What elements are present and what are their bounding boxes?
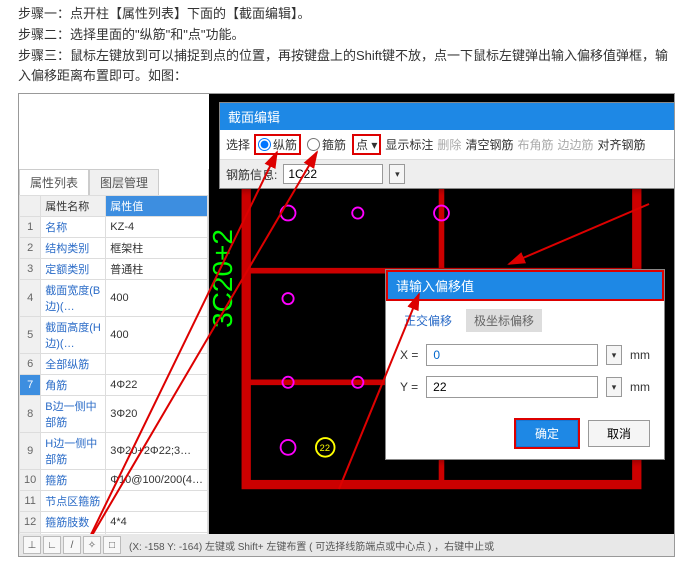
- screenshot-area: 22 3C20+2 属性列表 图层管理 属性名称 属性值 1名称KZ-42结构类…: [18, 93, 675, 557]
- rebar-info-input[interactable]: [283, 164, 383, 184]
- tool-5[interactable]: □: [103, 536, 121, 554]
- btn-align-rebar[interactable]: 对齐钢筋: [597, 136, 645, 153]
- y-label: Y =: [400, 380, 418, 394]
- table-row[interactable]: 5截面高度(H边)(…400: [20, 317, 208, 354]
- x-unit: mm: [630, 348, 650, 362]
- select-label: 选择: [226, 136, 250, 153]
- rebar-info-label: 钢筋信息:: [226, 166, 277, 183]
- col-name: 属性名称: [41, 196, 106, 217]
- tab-property-list[interactable]: 属性列表: [19, 169, 89, 195]
- section-editor-title: 截面编辑: [220, 103, 675, 130]
- x-label: X =: [400, 348, 418, 362]
- opt-display-annot[interactable]: 显示标注: [385, 136, 433, 153]
- svg-text:22: 22: [320, 443, 330, 453]
- btn-edge-rebar[interactable]: 边边筋: [557, 136, 593, 153]
- tool-1[interactable]: ⊥: [23, 536, 41, 554]
- table-row[interactable]: 3定额类别普通柱: [20, 259, 208, 280]
- offset-dialog: 请输入偏移值 正交偏移 极坐标偏移 X = ▾ mm Y = ▾ mm 确定 取…: [385, 269, 665, 460]
- step-2: 步骤二：选择里面的"纵筋"和"点"功能。: [18, 25, 675, 46]
- tab-layer-mgmt[interactable]: 图层管理: [89, 169, 159, 195]
- property-panel: 属性列表 图层管理 属性名称 属性值 1名称KZ-42结构类别框架柱3定额类别普…: [19, 169, 209, 557]
- table-row[interactable]: 1名称KZ-4: [20, 217, 208, 238]
- btn-arrange-rebar[interactable]: 布角筋: [517, 136, 553, 153]
- tab-polar-offset[interactable]: 极坐标偏移: [466, 309, 542, 332]
- tab-ortho-offset[interactable]: 正交偏移: [396, 309, 460, 332]
- table-row[interactable]: 9H边一侧中部筋3Φ20+2Φ22;3…: [20, 433, 208, 470]
- col-value: 属性值: [106, 196, 208, 217]
- table-row[interactable]: 8B边一侧中部筋3Φ20: [20, 396, 208, 433]
- opt-point[interactable]: 点 ▾: [352, 134, 381, 155]
- x-dropdown[interactable]: ▾: [606, 345, 622, 365]
- step-1: 步骤一：点开柱【属性列表】下面的【截面编辑】。: [18, 4, 675, 25]
- status-bar: ⊥ ∟ / ✧ □ (X: -158 Y: -164) 左键或 Shift+ 左…: [19, 534, 674, 556]
- y-dropdown[interactable]: ▾: [606, 377, 622, 397]
- status-text: (X: -158 Y: -164) 左键或 Shift+ 左键布置 ( 可选择线…: [129, 538, 494, 553]
- table-row[interactable]: 4截面宽度(B边)(…400: [20, 280, 208, 317]
- y-unit: mm: [630, 380, 650, 394]
- property-table: 属性名称 属性值 1名称KZ-42结构类别框架柱3定额类别普通柱4截面宽度(B边…: [19, 195, 208, 557]
- btn-delete[interactable]: 删除: [437, 136, 461, 153]
- opt-longitudinal[interactable]: 纵筋: [254, 134, 301, 155]
- table-row[interactable]: 7角筋4Φ22: [20, 375, 208, 396]
- tool-3[interactable]: /: [63, 536, 81, 554]
- offset-title: 请输入偏移值: [386, 270, 664, 301]
- section-editor-toolbar: 选择 纵筋 箍筋 点 ▾ 显示标注 删除 清空钢筋 布角筋 边边筋 对齐钢筋: [220, 130, 675, 160]
- rebar-info-dropdown[interactable]: ▾: [389, 164, 405, 184]
- x-input[interactable]: [426, 344, 598, 366]
- cancel-button[interactable]: 取消: [588, 420, 650, 447]
- btn-clear-rebar[interactable]: 清空钢筋: [465, 136, 513, 153]
- cad-label: 3C20+2: [207, 229, 239, 328]
- table-row[interactable]: 10箍筋Φ10@100/200(4…: [20, 470, 208, 491]
- section-editor-dialog: 截面编辑 选择 纵筋 箍筋 点 ▾ 显示标注 删除 清空钢筋 布角筋 边边筋 对…: [219, 102, 675, 189]
- opt-stirrup[interactable]: 箍筋: [305, 136, 348, 153]
- tool-2[interactable]: ∟: [43, 536, 61, 554]
- instructions: 步骤一：点开柱【属性列表】下面的【截面编辑】。 步骤二：选择里面的"纵筋"和"点…: [0, 0, 693, 93]
- table-row[interactable]: 11节点区箍筋: [20, 491, 208, 512]
- y-input[interactable]: [426, 376, 598, 398]
- table-row[interactable]: 2结构类别框架柱: [20, 238, 208, 259]
- tool-4[interactable]: ✧: [83, 536, 101, 554]
- ok-button[interactable]: 确定: [516, 420, 578, 447]
- table-row[interactable]: 6全部纵筋: [20, 354, 208, 375]
- step-3: 步骤三：鼠标左键放到可以捕捉到点的位置，再按键盘上的Shift键不放，点一下鼠标…: [18, 46, 675, 88]
- table-row[interactable]: 12箍筋肢数4*4: [20, 512, 208, 533]
